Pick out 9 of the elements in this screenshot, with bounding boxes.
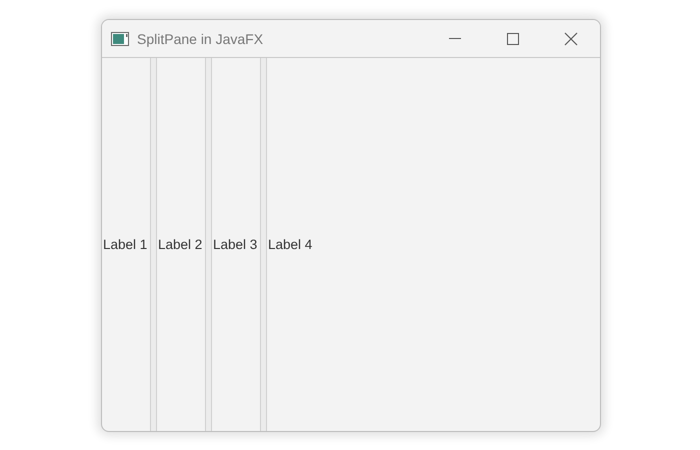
- minimize-icon: [449, 38, 461, 39]
- app-icon: [111, 32, 129, 46]
- close-icon: [564, 32, 578, 46]
- pane-label: Label 2: [157, 237, 202, 252]
- window-title: SplitPane in JavaFX: [137, 30, 264, 46]
- pane-label: Label 3: [212, 237, 258, 252]
- maximize-icon: [507, 32, 519, 44]
- pane-label: Label 4: [267, 237, 312, 252]
- pane-label: Label 1: [102, 237, 148, 252]
